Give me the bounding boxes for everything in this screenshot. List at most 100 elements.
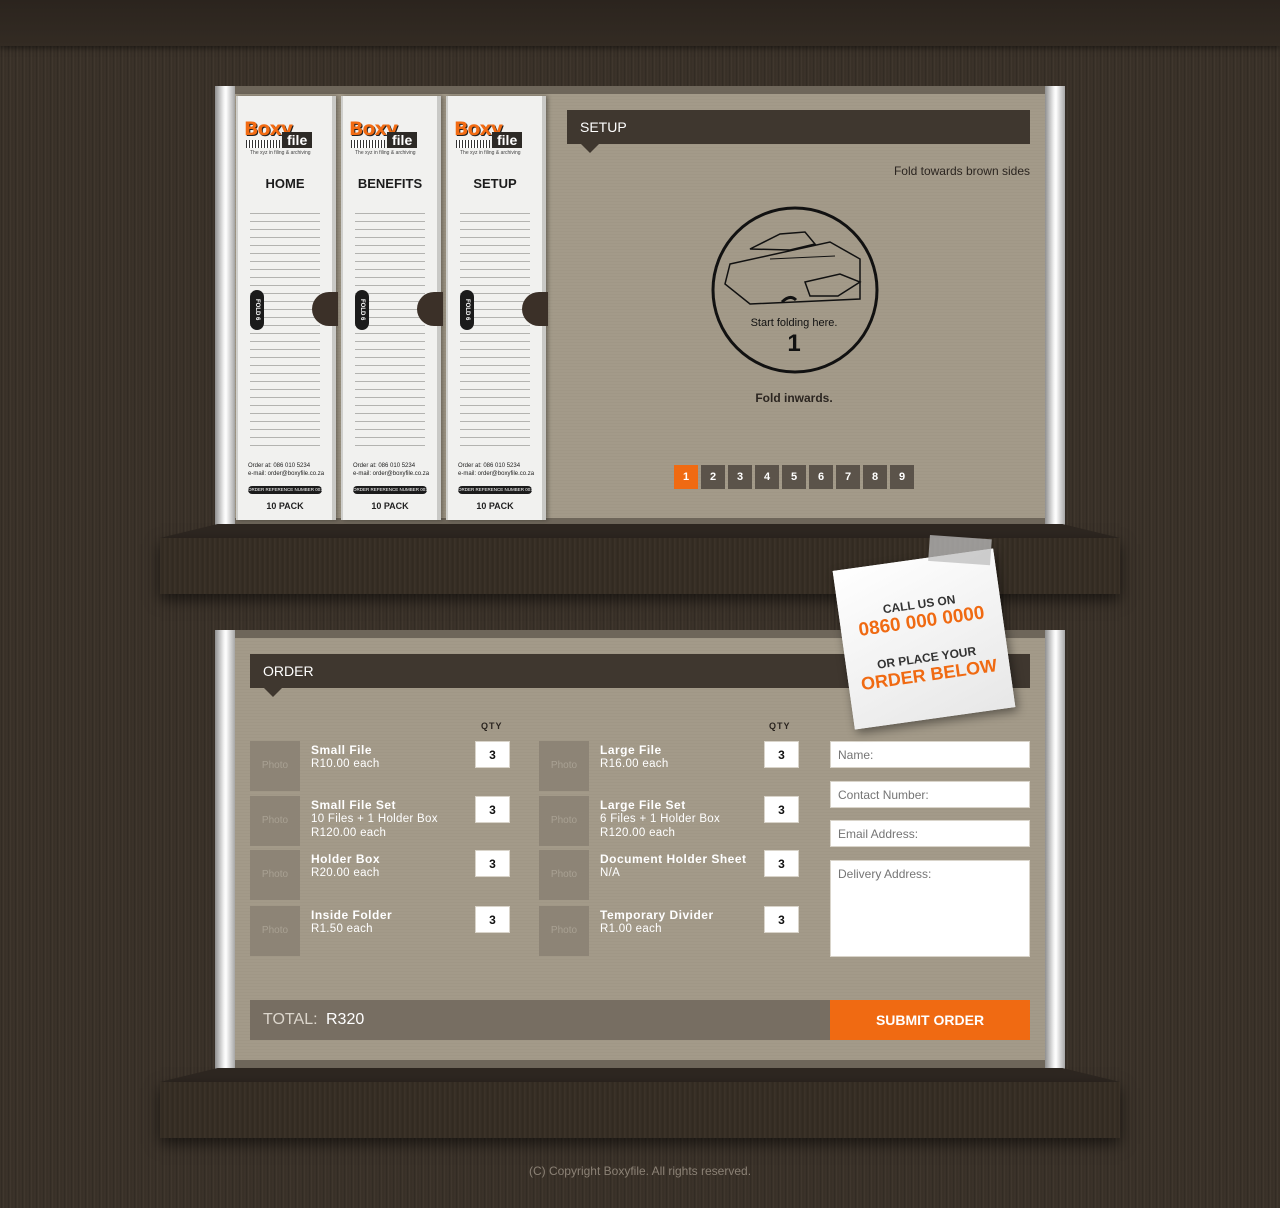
illustration-caption: Start folding here. xyxy=(750,317,838,329)
qty-header-left: QTY xyxy=(481,721,503,731)
product-name: Holder Box xyxy=(311,852,381,866)
binder-email: e-mail: order@boxyfile.co.za xyxy=(248,471,325,477)
page-button-6[interactable]: 6 xyxy=(809,465,833,489)
total-bar: TOTAL: R320 xyxy=(250,1000,830,1040)
binder-reference: ORDER REFERENCE NUMBER 001 xyxy=(353,486,427,494)
step-instruction: Fold inwards. xyxy=(755,391,833,405)
binder-reference: ORDER REFERENCE NUMBER 001 xyxy=(248,486,322,494)
product-price: 6 Files + 1 Holder Box R120.00 each xyxy=(600,812,720,840)
logo-tagline: The xyz in filing & archiving xyxy=(355,150,416,156)
order-item-large-file: Photo Large File R16.00 each xyxy=(539,741,801,793)
product-desc-line1: R10.00 each xyxy=(311,758,380,770)
setup-heading: SETUP xyxy=(567,110,1030,153)
product-desc-line1: R1.50 each xyxy=(311,923,373,935)
page-button-8[interactable]: 8 xyxy=(863,465,887,489)
binder-title: SETUP xyxy=(473,176,517,191)
order-item-small-file: Photo Small File R10.00 each xyxy=(250,741,512,793)
quantity-input[interactable] xyxy=(475,906,510,933)
product-name: Temporary Divider xyxy=(600,908,714,922)
name-field[interactable] xyxy=(830,741,1030,768)
binder-contact: Order at: 086 010 5234 e-mail: order@box… xyxy=(248,462,324,478)
logo-file-text: file xyxy=(387,132,418,148)
bottom-shelf-board xyxy=(160,1068,1120,1138)
binder-order-at: Order at: 086 010 5234 xyxy=(248,463,311,469)
qty-header-right: QTY xyxy=(769,721,791,731)
product-price: R20.00 each xyxy=(311,866,380,880)
page-button-3[interactable]: 3 xyxy=(728,465,752,489)
shelf-lip xyxy=(160,524,1120,538)
tape-strip xyxy=(928,534,992,566)
product-photo: Photo xyxy=(539,850,589,900)
quantity-input[interactable] xyxy=(764,850,799,877)
finger-hole xyxy=(522,292,548,326)
order-item-small-file-set: Photo Small File Set 10 Files + 1 Holder… xyxy=(250,796,512,848)
quantity-input[interactable] xyxy=(764,906,799,933)
order-item-large-file-set: Photo Large File Set 6 Files + 1 Holder … xyxy=(539,796,801,848)
shelf-post-right xyxy=(1045,86,1065,536)
quantity-input[interactable] xyxy=(475,850,510,877)
barcode-icon xyxy=(456,140,490,148)
product-photo: Photo xyxy=(250,796,300,846)
page-button-5[interactable]: 5 xyxy=(782,465,806,489)
binder-order-at: Order at: 086 010 5234 xyxy=(353,463,416,469)
page-button-7[interactable]: 7 xyxy=(836,465,860,489)
binder-reference: ORDER REFERENCE NUMBER 001 xyxy=(458,486,532,494)
product-desc-line1: R1.00 each xyxy=(600,923,662,935)
quantity-input[interactable] xyxy=(475,741,510,768)
product-name: Large File xyxy=(600,743,662,757)
page-button-4[interactable]: 4 xyxy=(755,465,779,489)
step-pagination: 1 2 3 4 5 6 7 8 9 xyxy=(674,465,914,489)
product-desc-line2: R120.00 each xyxy=(600,827,676,839)
order-item-holder-box: Photo Holder Box R20.00 each xyxy=(250,850,512,902)
product-desc-line1: R16.00 each xyxy=(600,758,669,770)
fold-note: Fold towards brown sides xyxy=(893,164,1030,178)
product-desc-line1: 6 Files + 1 Holder Box xyxy=(600,813,721,825)
finger-hole xyxy=(417,292,443,326)
page-button-9[interactable]: 9 xyxy=(890,465,914,489)
product-name: Document Holder Sheet xyxy=(600,852,747,866)
binder-title: HOME xyxy=(265,176,305,191)
delivery-address-field[interactable] xyxy=(830,860,1030,957)
quantity-input[interactable] xyxy=(764,741,799,768)
product-name: Small File xyxy=(311,743,373,757)
logo-tagline: The xyz in filing & archiving xyxy=(460,150,521,156)
product-name: Small File Set xyxy=(311,798,397,812)
page-button-2[interactable]: 2 xyxy=(701,465,725,489)
binder-pack: 10 PACK xyxy=(476,501,514,511)
illustration-step: 1 xyxy=(787,330,801,357)
fold-label: FOLD 6 xyxy=(250,290,264,330)
binder-order-at: Order at: 086 010 5234 xyxy=(458,463,521,469)
binder-title: BENEFITS xyxy=(357,176,423,191)
order-item-inside-folder: Photo Inside Folder R1.50 each xyxy=(250,906,512,958)
shelf-front xyxy=(160,1082,1120,1138)
product-desc-line1: R20.00 each xyxy=(311,867,380,879)
product-photo: Photo xyxy=(539,741,589,791)
total-value: R320 xyxy=(326,1011,365,1028)
shelf-lip xyxy=(160,1068,1120,1082)
logo-tagline: The xyz in filing & archiving xyxy=(250,150,311,156)
product-desc-line2: R120.00 each xyxy=(311,827,387,839)
binder-email: e-mail: order@boxyfile.co.za xyxy=(353,471,430,477)
nav-binder-home[interactable]: Boxy file The xyz in filing & archiving … xyxy=(236,96,338,520)
binder-contact: Order at: 086 010 5234 e-mail: order@box… xyxy=(353,462,429,478)
product-name: Large File Set xyxy=(600,798,686,812)
fold-label: FOLD 6 xyxy=(355,290,369,330)
finger-hole xyxy=(312,292,338,326)
nav-binder-setup[interactable]: Boxy file The xyz in filing & archiving … xyxy=(446,96,548,520)
boxyfile-logo: Boxy file The xyz in filing & archiving xyxy=(454,118,540,158)
contact-number-field[interactable] xyxy=(830,781,1030,808)
quantity-input[interactable] xyxy=(764,796,799,823)
product-photo: Photo xyxy=(250,850,300,900)
page-button-1[interactable]: 1 xyxy=(674,465,698,489)
product-price: R10.00 each xyxy=(311,757,380,771)
quantity-input[interactable] xyxy=(475,796,510,823)
product-price: R1.50 each xyxy=(311,922,373,936)
email-field[interactable] xyxy=(830,820,1030,847)
product-price: 10 Files + 1 Holder Box R120.00 each xyxy=(311,812,438,840)
nav-binder-benefits[interactable]: Boxy file The xyz in filing & archiving … xyxy=(341,96,443,520)
shelf-ceiling xyxy=(235,86,1045,94)
submit-order-button[interactable]: SUBMIT ORDER xyxy=(830,1000,1030,1040)
product-desc-line1: N/A xyxy=(600,867,621,879)
binder-pack: 10 PACK xyxy=(266,501,304,511)
product-desc-line1: 10 Files + 1 Holder Box xyxy=(311,813,438,825)
